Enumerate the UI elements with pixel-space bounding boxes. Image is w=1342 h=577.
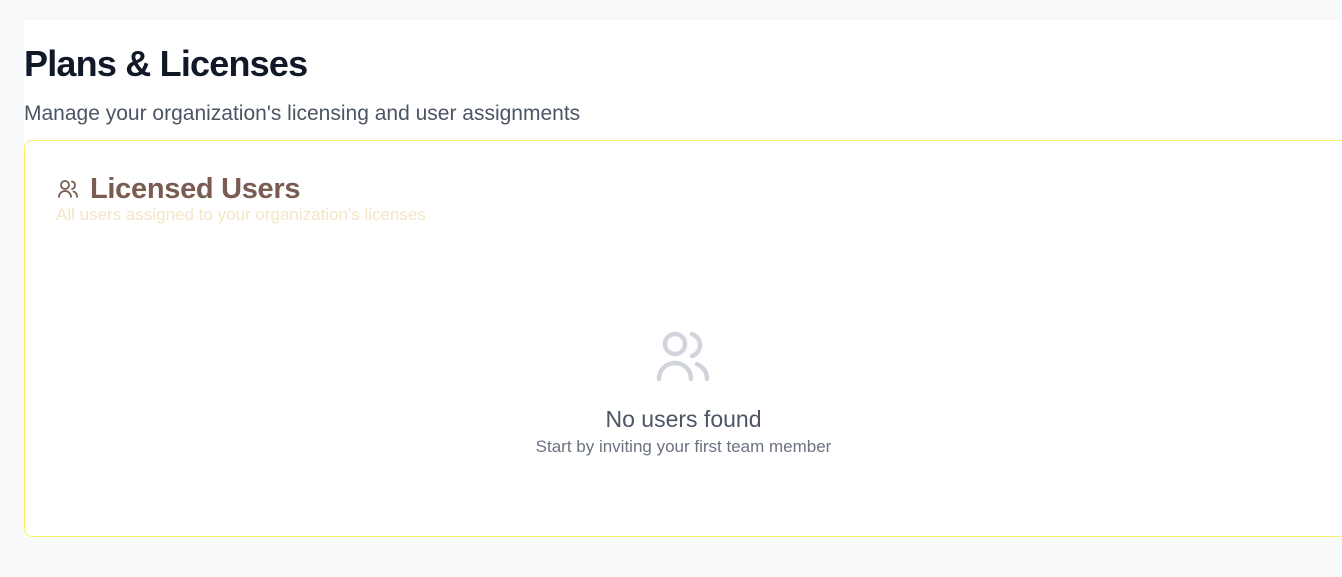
empty-users-state: No users found Start by inviting your fi… — [25, 329, 1342, 458]
empty-users-message: Start by inviting your first team member — [535, 437, 832, 456]
page-subtitle: Manage your organization's licensing and… — [24, 102, 581, 125]
empty-users-title: No users found — [605, 406, 762, 432]
licensed-users-title: Licensed Users — [90, 173, 301, 205]
users-icon — [655, 329, 713, 383]
licensed-users-card: Licensed Users All users assigned to you… — [24, 140, 1342, 537]
licensed-users-header: Licensed Users — [56, 172, 300, 206]
page-title: Plans & Licenses — [24, 43, 308, 84]
licensed-users-subtitle: All users assigned to your organization'… — [56, 205, 426, 224]
users-icon — [56, 177, 80, 201]
